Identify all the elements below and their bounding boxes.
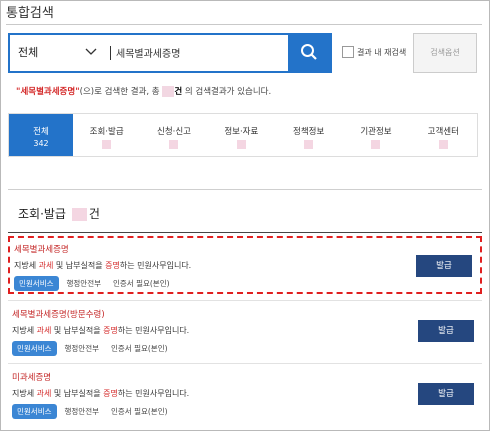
chevron-down-icon[interactable] [84,45,98,59]
agency-name: 행정안전부 [64,344,100,353]
tab-label: 조회·발급 [89,127,124,137]
redacted-count [71,208,87,221]
result-item-description: 지방세 과세 및 납부실적을 증명하는 민원사무입니다. [12,325,189,336]
tab-label: 기관정보 [360,127,392,137]
section-divider [8,189,482,190]
desc-keyword: 과세 [38,261,54,270]
redacted-count [438,140,448,149]
search-input[interactable] [116,39,290,65]
service-badge: 민원서비스 [12,341,57,356]
result-item-meta: 민원서비스 행정안전부 인증서 필요(본인) [12,404,168,419]
tab-info-data[interactable]: 정보·자료 [208,114,275,156]
tab-label: 고객센터 [427,127,459,137]
desc-text: 및 납부실적을 [51,389,104,398]
result-prefix: (으)로 검색한 결과, 총 [79,87,163,97]
result-item: 세목별과세증명(방문수령) 지방세 과세 및 납부실적을 증명하는 민원사무입니… [8,303,482,361]
desc-text: 및 납부실적을 [53,261,106,270]
section-title-suffix: 건 [88,207,100,221]
tab-agency-info[interactable]: 기관정보 [342,114,409,156]
search-button[interactable] [288,33,332,73]
desc-text: 하는 민원사무입니다. [117,389,190,398]
cert-requirement: 인증서 필요(본인) [111,344,168,353]
desc-keyword: 증명 [103,389,118,398]
tab-all[interactable]: 전체 342 [9,114,73,156]
issue-button[interactable]: 발급 [416,255,472,277]
result-item-meta: 민원서비스 행정안전부 인증서 필요(본인) [14,276,170,291]
result-summary: "세목별과세증명"(으)로 검색한 결과, 총 건 의 검색결과가 있습니다. [16,85,271,97]
result-item-title[interactable]: 세목별과세증명(방문수령) [12,308,105,320]
desc-text: 및 납부실적을 [51,326,104,335]
result-item-title[interactable]: 미과세증명 [12,371,51,383]
redacted-count [371,140,381,149]
advanced-search-button[interactable]: 검색옵션 [413,33,477,73]
desc-text: 하는 민원사무입니다. [117,326,190,335]
desc-keyword: 과세 [36,389,52,398]
search-within-checkbox[interactable] [342,46,354,58]
result-item: 미과세증명 지방세 과세 및 납부실적을 증명하는 민원사무입니다. 민원서비스… [8,366,482,424]
tab-all-count: 342 [33,139,49,148]
tab-policy-info[interactable]: 정책정보 [275,114,342,156]
issue-button[interactable]: 발급 [418,383,474,405]
desc-text: 지방세 [12,326,37,335]
desc-text: 하는 민원사무입니다. [119,261,192,270]
search-scope-select[interactable]: 전체 [18,44,38,60]
redacted-count [102,140,112,149]
redacted-count [304,140,314,149]
tab-label: 정보·자료 [224,127,259,137]
result-keyword: 세목별과세증명 [20,87,76,97]
page-title: 통합검색 [6,6,54,21]
search-within-label: 결과 내 재검색 [357,48,407,57]
result-item-meta: 민원서비스 행정안전부 인증서 필요(본인) [12,341,168,356]
desc-keyword: 증명 [103,326,118,335]
section-underline [8,232,482,233]
agency-name: 행정안전부 [66,279,102,288]
result-item-description: 지방세 과세 및 납부실적을 증명하는 민원사무입니다. [12,388,189,399]
redacted-count [169,140,179,149]
issue-button[interactable]: 발급 [418,320,474,342]
search-divider [110,46,111,60]
redacted-count [162,86,175,97]
title-divider [6,24,482,25]
desc-keyword: 증명 [105,261,120,270]
result-item: 세목별과세증명 지방세 과세 및 납부실적을 증명하는 민원사무입니다. 민원서… [8,236,482,294]
cert-requirement: 인증서 필요(본인) [113,279,170,288]
tab-label: 신청·신고 [157,127,191,137]
desc-text: 지방세 [12,389,37,398]
result-count-suffix: 건 [174,87,183,97]
service-badge: 민원서비스 [14,276,59,291]
section-title: 조회·발급 건 [18,205,100,222]
search-bar: 전체 [8,33,332,73]
category-tabs: 전체 342 조회·발급 신청·신고 정보·자료 정책정보 기관정보 고객센터 [8,113,478,157]
item-divider [8,300,482,301]
redacted-count [236,140,246,149]
agency-name: 행정안전부 [64,407,100,416]
tab-label: 정책정보 [293,127,325,137]
result-item-description: 지방세 과세 및 납부실적을 증명하는 민원사무입니다. [14,260,191,271]
desc-text: 지방세 [14,261,39,270]
desc-keyword: 과세 [36,326,52,335]
tab-customer-center[interactable]: 고객센터 [410,114,477,156]
cert-requirement: 인증서 필요(본인) [111,407,168,416]
section-title-label: 조회·발급 [18,207,66,221]
tab-all-label: 전체 [33,127,49,137]
service-badge: 민원서비스 [12,404,57,419]
tab-inquiry-issue[interactable]: 조회·발급 [73,114,140,156]
result-suffix: 의 검색결과가 있습니다. [182,87,272,97]
tab-apply-report[interactable]: 신청·신고 [140,114,207,156]
search-icon [301,44,317,60]
item-divider [8,363,482,364]
result-item-title[interactable]: 세목별과세증명 [14,243,69,255]
